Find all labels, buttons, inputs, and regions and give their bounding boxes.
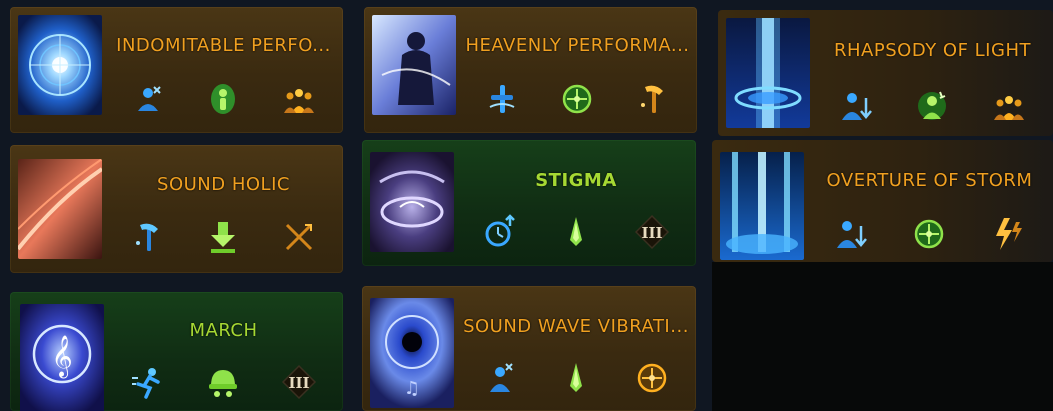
gold-group-icon[interactable] (281, 81, 317, 117)
green-target-icon[interactable] (559, 81, 595, 117)
gold-group-icon[interactable] (991, 88, 1027, 124)
orange-streak-icon (18, 159, 102, 259)
blue-person-cross-icon[interactable] (482, 360, 518, 396)
person-cross-icon[interactable] (130, 81, 166, 117)
blue-person-down-icon[interactable] (838, 88, 874, 124)
empty-slot (712, 262, 1053, 411)
blue-cross-icon[interactable] (484, 81, 520, 117)
skill-name: INDOMITABLE PERFO... (116, 35, 331, 56)
gold-crossed-blades-icon[interactable] (281, 219, 317, 255)
light-pillar-icon (726, 18, 810, 128)
blue-timer-up-icon[interactable] (482, 214, 518, 250)
skill-name: RHAPSODY OF LIGHT (834, 40, 1031, 61)
skill-name: SOUND WAVE VIBRATI... (463, 316, 689, 337)
svg-text:III: III (641, 224, 662, 242)
green-down-arrow-icon[interactable] (205, 219, 241, 255)
green-helmet-icon[interactable] (205, 364, 241, 400)
skill-card-march[interactable]: 𝄞 MARCH III (10, 292, 343, 411)
green-person-burst-icon[interactable] (914, 88, 950, 124)
skill-card-heavenly[interactable]: HEAVENLY PERFORMA... (364, 7, 697, 133)
skill-card-rhapsody[interactable]: RHAPSODY OF LIGHT (718, 10, 1053, 136)
purple-chains-icon (370, 152, 454, 252)
green-person-icon[interactable] (205, 81, 241, 117)
skill-name: HEAVENLY PERFORMA... (465, 35, 690, 56)
treble-clef-orb-icon: 𝄞 (20, 304, 104, 411)
bard-silhouette-icon (372, 15, 456, 115)
green-target-icon[interactable] (911, 216, 947, 252)
skill-name: STIGMA (535, 170, 617, 191)
skill-name: MARCH (189, 320, 258, 341)
blue-storm-icon (720, 152, 804, 260)
skill-card-indomitable[interactable]: INDOMITABLE PERFO... (10, 7, 343, 133)
gold-hammer-icon[interactable] (635, 81, 671, 117)
blue-mandala-icon (18, 15, 102, 115)
green-spike-icon[interactable] (558, 360, 594, 396)
blue-runner-icon[interactable] (130, 364, 166, 400)
svg-text:𝄞: 𝄞 (51, 335, 72, 378)
gold-lightning-icon[interactable] (990, 216, 1026, 252)
tier-three-icon[interactable]: III (634, 214, 670, 250)
vortex-note-icon: ♫ (370, 298, 454, 408)
skill-card-overture[interactable]: OVERTURE OF STORM (712, 140, 1053, 262)
svg-text:♫: ♫ (404, 378, 420, 399)
skill-name: OVERTURE OF STORM (826, 170, 1033, 191)
skill-name: SOUND HOLIC (157, 174, 290, 195)
svg-text:III: III (289, 374, 310, 392)
skill-card-stigma[interactable]: STIGMA III (362, 140, 696, 266)
blue-hammer-icon[interactable] (130, 219, 166, 255)
skill-card-soundholic[interactable]: SOUND HOLIC (10, 145, 343, 273)
skill-card-soundwave[interactable]: ♫ SOUND WAVE VIBRATI... (362, 286, 696, 411)
blue-person-down-icon[interactable] (833, 216, 869, 252)
green-spike-icon[interactable] (558, 214, 594, 250)
tier-three-icon[interactable]: III (281, 364, 317, 400)
gold-target-icon[interactable] (634, 360, 670, 396)
